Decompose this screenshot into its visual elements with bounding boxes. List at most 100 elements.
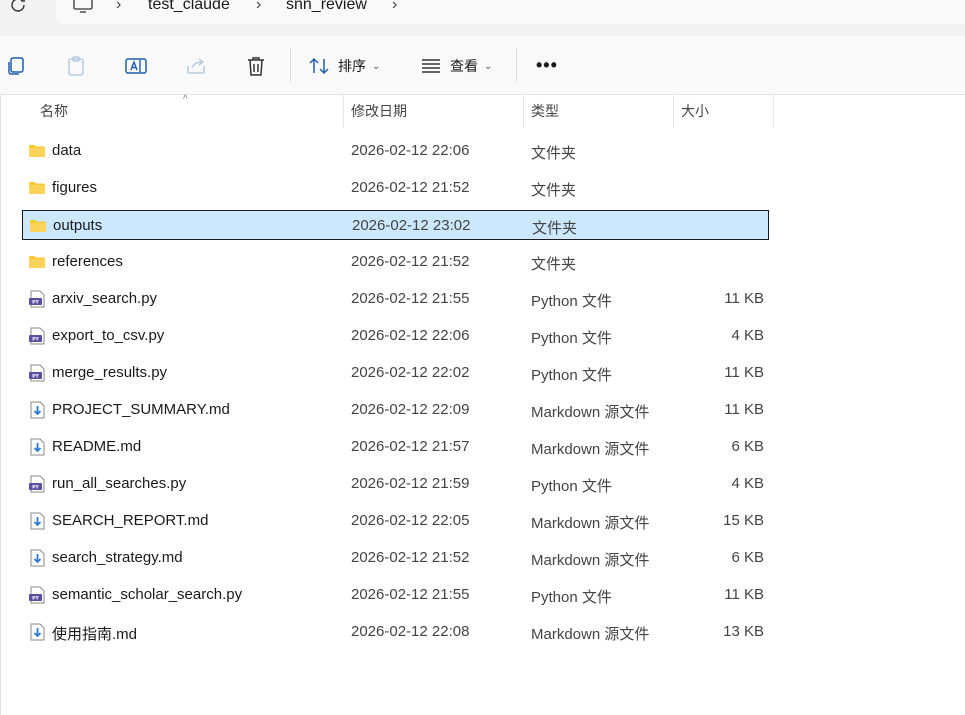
file-row[interactable]: PY export_to_csv.py 2026-02-12 22:06 Python… <box>22 321 769 351</box>
chevron-right-icon[interactable]: › <box>392 0 397 14</box>
file-size: 11 KB <box>724 586 764 603</box>
file-name: SEARCH_REPORT.md <box>52 512 209 529</box>
python-file-icon: PY <box>28 475 46 493</box>
file-row[interactable]: PROJECT_SUMMARY.md 2026-02-12 22:09 Markdo… <box>22 395 769 425</box>
svg-text:PY: PY <box>32 300 39 306</box>
column-headers: 名称 修改日期 类型 大小 <box>0 95 965 128</box>
chevron-right-icon[interactable]: › <box>256 0 261 14</box>
markdown-file-icon <box>28 512 46 530</box>
file-name: references <box>52 253 123 270</box>
file-date: 2026-02-12 21:52 <box>351 549 470 566</box>
file-row[interactable]: PY run_all_searches.py 2026-02-12 21:59 Pyt… <box>22 469 769 499</box>
file-date: 2026-02-12 22:06 <box>351 142 470 159</box>
file-name: PROJECT_SUMMARY.md <box>52 401 230 418</box>
delete-icon[interactable] <box>244 54 268 78</box>
file-type: Python 文件 <box>531 293 612 310</box>
file-row-selected[interactable]: outputs 2026-02-12 23:02 文件夹 <box>22 210 769 240</box>
file-date: 2026-02-12 22:08 <box>351 623 470 640</box>
breadcrumb-item-snn-review[interactable]: snn_review <box>286 0 367 14</box>
file-type: Markdown 源文件 <box>531 441 650 458</box>
file-date: 2026-02-12 22:06 <box>351 327 470 344</box>
file-size: 13 KB <box>723 623 764 640</box>
file-date: 2026-02-12 23:02 <box>352 217 471 234</box>
file-date: 2026-02-12 22:02 <box>351 364 470 381</box>
file-row[interactable]: references 2026-02-12 21:52 文件夹 <box>22 247 769 277</box>
folder-icon <box>28 179 46 197</box>
column-divider[interactable] <box>673 95 674 128</box>
markdown-file-icon <box>28 623 46 641</box>
file-type: Markdown 源文件 <box>531 404 650 421</box>
file-type: Python 文件 <box>531 330 612 347</box>
view-button[interactable]: 查看 ⌄ <box>420 55 492 77</box>
file-size: 11 KB <box>724 364 764 381</box>
more-options-button[interactable]: ••• <box>536 55 558 76</box>
markdown-file-icon <box>28 438 46 456</box>
column-divider[interactable] <box>523 95 524 128</box>
file-size: 11 KB <box>724 290 764 307</box>
breadcrumb-item-test-claude[interactable]: test_claude <box>148 0 230 14</box>
copy-icon[interactable] <box>4 54 28 78</box>
file-name: data <box>52 142 82 159</box>
sort-label: 排序 <box>338 58 366 74</box>
svg-text:PY: PY <box>32 596 39 602</box>
file-size: 4 KB <box>731 475 764 492</box>
column-header-type[interactable]: 类型 <box>531 95 559 128</box>
file-size: 6 KB <box>731 549 764 566</box>
chevron-right-icon[interactable]: › <box>116 0 121 14</box>
sort-button[interactable]: 排序 ⌄ <box>308 55 380 77</box>
file-date: 2026-02-12 22:09 <box>351 401 470 418</box>
column-header-size[interactable]: 大小 <box>681 95 709 128</box>
file-row[interactable]: README.md 2026-02-12 21:57 Markdown 源文件 6 K… <box>22 432 769 462</box>
file-date: 2026-02-12 21:52 <box>351 179 470 196</box>
file-row[interactable]: data 2026-02-12 22:06 文件夹 <box>22 136 769 166</box>
svg-text:PY: PY <box>32 374 39 380</box>
share-icon[interactable] <box>184 54 208 78</box>
column-divider[interactable] <box>343 95 344 128</box>
file-name: merge_results.py <box>52 364 168 381</box>
file-row[interactable]: search_strategy.md 2026-02-12 21:52 Markdo… <box>22 543 769 573</box>
python-file-icon: PY <box>28 327 46 345</box>
python-file-icon: PY <box>28 290 46 308</box>
python-file-icon: PY <box>28 586 46 604</box>
file-name: figures <box>52 179 98 196</box>
rename-icon[interactable] <box>124 54 148 78</box>
toolbar-divider <box>516 48 517 82</box>
file-row[interactable]: SEARCH_REPORT.md 2026-02-12 22:05 Markdown… <box>22 506 769 536</box>
computer-icon[interactable] <box>72 0 94 14</box>
file-type: Python 文件 <box>531 367 612 384</box>
python-file-icon: PY <box>28 364 46 382</box>
paste-icon[interactable] <box>64 54 88 78</box>
file-row[interactable]: PY merge_results.py 2026-02-12 22:02 Python… <box>22 358 769 388</box>
sort-ascending-icon: ^ <box>183 94 188 105</box>
file-type: Markdown 源文件 <box>531 552 650 569</box>
file-size: 15 KB <box>723 512 764 529</box>
column-divider[interactable] <box>773 95 774 128</box>
refresh-icon[interactable] <box>9 0 29 16</box>
file-size: 11 KB <box>724 401 764 418</box>
file-size: 6 KB <box>731 438 764 455</box>
column-header-date[interactable]: 修改日期 <box>351 95 407 128</box>
file-size: 4 KB <box>731 327 764 344</box>
file-row[interactable]: 使用指南.md 2026-02-12 22:08 Markdown 源文件 13 KB <box>22 617 769 647</box>
chevron-down-icon: ⌄ <box>372 60 381 72</box>
file-type: Python 文件 <box>531 478 612 495</box>
file-row[interactable]: PY semantic_scholar_search.py 2026-02-12 2… <box>22 580 769 610</box>
file-date: 2026-02-12 22:05 <box>351 512 470 529</box>
file-date: 2026-02-12 21:55 <box>351 586 470 603</box>
markdown-file-icon <box>28 401 46 419</box>
folder-icon <box>29 217 47 235</box>
toolbar-divider <box>290 48 291 82</box>
markdown-file-icon <box>28 549 46 567</box>
file-name: 使用指南.md <box>52 626 138 643</box>
column-header-name[interactable]: 名称 <box>40 95 68 128</box>
file-date: 2026-02-12 21:52 <box>351 253 470 270</box>
sort-icon <box>309 57 329 75</box>
file-date: 2026-02-12 21:57 <box>351 438 470 455</box>
pane-divider <box>0 95 1 715</box>
file-name: README.md <box>52 438 142 455</box>
file-name: outputs <box>53 217 103 234</box>
file-type: 文件夹 <box>532 220 578 237</box>
file-row[interactable]: PY arxiv_search.py 2026-02-12 21:55 Python … <box>22 284 769 314</box>
file-date: 2026-02-12 21:55 <box>351 290 470 307</box>
file-row[interactable]: figures 2026-02-12 21:52 文件夹 <box>22 173 769 203</box>
